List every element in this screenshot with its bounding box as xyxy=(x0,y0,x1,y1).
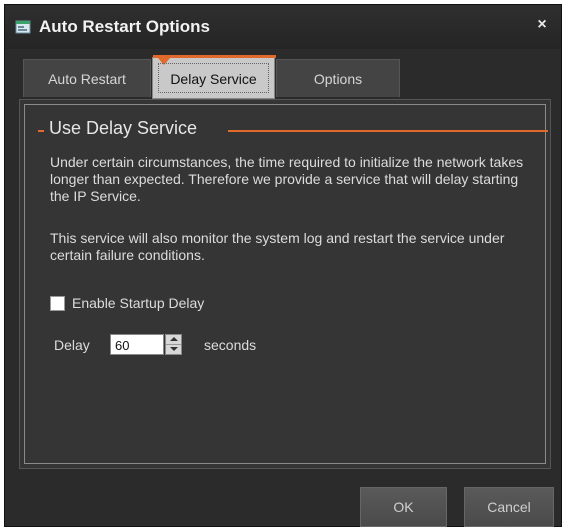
enable-startup-delay-checkbox[interactable] xyxy=(50,296,65,311)
delay-spinner[interactable] xyxy=(165,334,182,355)
delay-unit-label: seconds xyxy=(204,337,257,353)
cancel-button[interactable]: Cancel xyxy=(464,487,554,527)
app-window-icon xyxy=(15,20,31,34)
checkbox-label[interactable]: Enable Startup Delay xyxy=(72,295,204,311)
window-title: Auto Restart Options xyxy=(39,17,210,36)
delay-label: Delay xyxy=(54,337,90,353)
title-bar[interactable]: Auto Restart Options × xyxy=(5,5,561,49)
group-divider xyxy=(38,130,44,132)
tab-label: Delay Service xyxy=(158,63,269,93)
tab-delay-service[interactable]: Delay Service xyxy=(152,55,276,99)
description-text: Under certain circumstances, the time re… xyxy=(50,154,524,204)
spin-up-icon[interactable] xyxy=(166,335,181,345)
tab-options[interactable]: Options xyxy=(276,59,400,97)
active-tab-indicator xyxy=(153,55,276,58)
tab-auto-restart[interactable]: Auto Restart xyxy=(23,59,151,97)
tab-content-panel: Use Delay Service Under certain circumst… xyxy=(19,99,551,469)
close-icon[interactable]: × xyxy=(533,16,551,34)
spin-down-icon[interactable] xyxy=(166,345,181,354)
description-text: This service will also monitor the syste… xyxy=(50,230,505,263)
dialog-window: Auto Restart Options × Auto Restart Dela… xyxy=(4,4,562,527)
delay-input[interactable]: 60 xyxy=(110,334,164,355)
ok-button[interactable]: OK xyxy=(360,487,447,527)
delay-row: Delay 60 seconds xyxy=(54,334,354,356)
group-divider xyxy=(228,130,548,132)
group-title: Use Delay Service xyxy=(49,118,198,138)
